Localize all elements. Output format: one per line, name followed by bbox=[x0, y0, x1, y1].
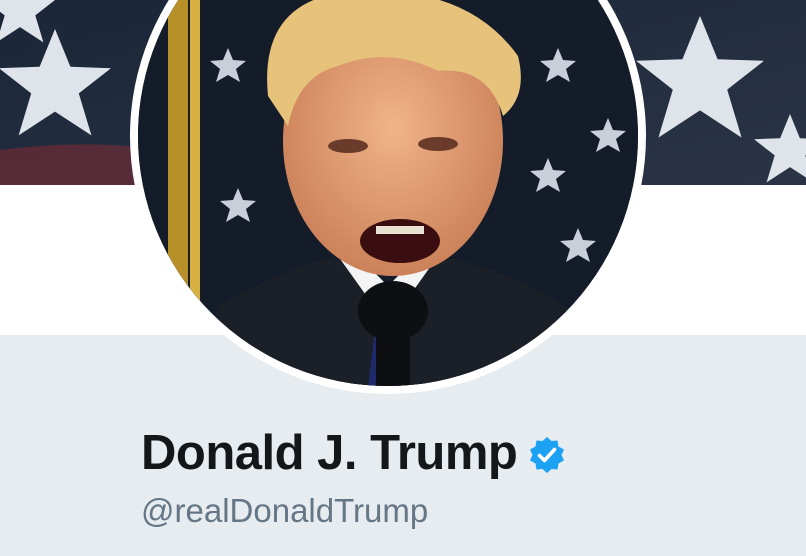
profile-name[interactable]: Donald J. Trump bbox=[141, 425, 518, 481]
profile-name-row: Donald J. Trump bbox=[141, 423, 567, 483]
verified-badge-icon bbox=[527, 435, 567, 475]
profile-handle[interactable]: @realDonaldTrump bbox=[141, 492, 428, 530]
